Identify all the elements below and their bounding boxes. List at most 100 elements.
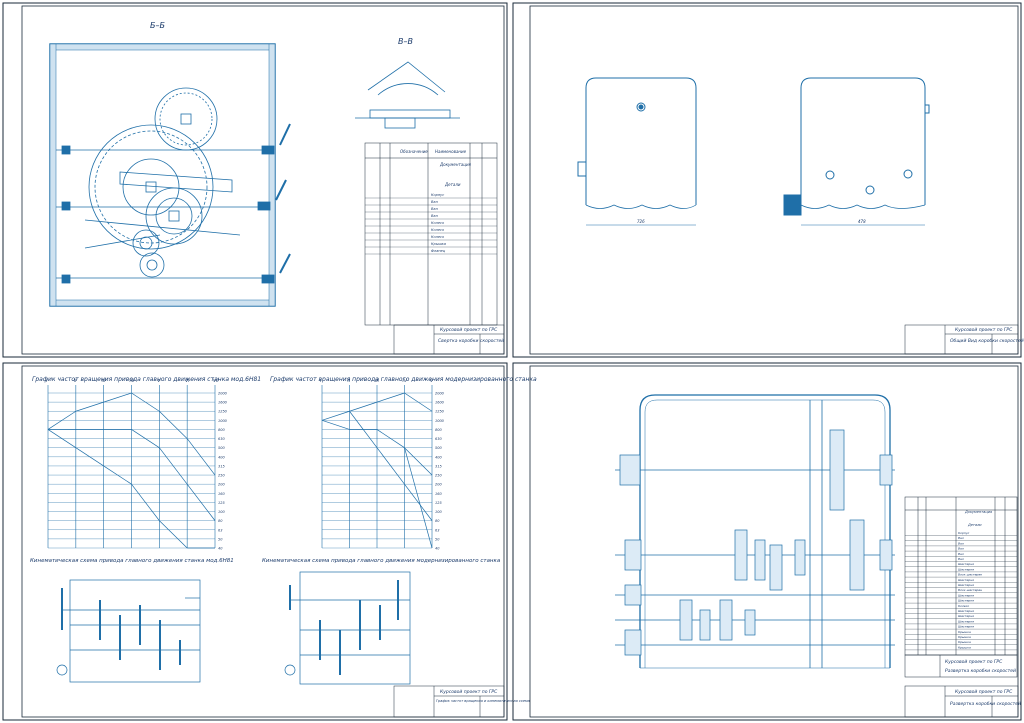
section-label-vv: В–В (398, 37, 413, 46)
spec4-heading-doc: Документация (964, 510, 992, 514)
spec-table-rows: Корпус Вал Вал Вал Колесо Колесо Колесо Крышка Ф… (365, 193, 497, 255)
spec-table-sheet1 (364, 142, 498, 326)
chart-speed-label: 400 (435, 455, 442, 459)
speed-chart-modernized: 2000 1600 1250 1000 800 630 500 400 315 250 200 160… (320, 378, 445, 551)
chart-speed-label: 250 (435, 474, 442, 478)
spec4-row-name: Вал (958, 541, 964, 545)
chart-ray (159, 410, 188, 439)
spec4-row-name: Вал (958, 557, 964, 561)
chart-speed-label: 1600 (435, 401, 445, 405)
chart-ray (349, 401, 378, 412)
sheet-gearbox-development: КорпусВалВалВалВалВалШестерняШестерняБло… (512, 362, 1022, 721)
chart-speed-label: 200 (435, 483, 442, 487)
spec-row-name: Колесо (431, 221, 444, 225)
dim-right-view: 478 (858, 219, 866, 224)
chart-speed-label: 800 (435, 428, 442, 432)
spec4-row-name: Вал (958, 547, 964, 551)
drawing-sheets-canvas: Б–Б В–В КорпусВалВалВалКолесоКолесоКолес… (2, 2, 1024, 721)
stamp4-inner-title: Курсовой проект по ГРС (945, 659, 1003, 665)
kinematic-scheme-modernized (284, 571, 411, 685)
spec-heading-parts: Детали (444, 182, 461, 187)
chart-speed-label: 250 (218, 474, 225, 478)
spec-row-name: Крышка (431, 242, 446, 246)
chart-speed-label: 500 (218, 446, 225, 450)
chart-speed-label: 160 (435, 492, 442, 496)
chart-ray (404, 447, 433, 549)
spec4-row-name: Шестерня (958, 562, 974, 566)
chart-speed-label: 40 (218, 547, 223, 551)
sheet-general-view: 726 478 Курсовой проект по ГРС Общий Вид… (512, 2, 1024, 358)
spec-col-name: Наименование (435, 149, 467, 154)
chart-speed-label: 40 (435, 547, 440, 551)
chart-speed-label: 1000 (435, 419, 445, 423)
stamp-title-sheet1: Курсовой проект по ГРС (440, 327, 498, 333)
chart-ray (75, 401, 104, 412)
chart-speed-label: 2000 (218, 392, 228, 396)
stamp4-inner-sub: Развертка коробки скоростей (945, 668, 1016, 674)
stamp-sub-sheet1: Свертка коробки скоростей (438, 338, 504, 344)
chart-speed-label: 125 (218, 501, 225, 505)
chart-speed-label: 1600 (218, 401, 228, 405)
stamp-title-sheet3: Курсовой проект по ГРС (440, 689, 498, 695)
spec4-row-name: Крышка (958, 645, 971, 649)
spec4-row-name: Шестерня (958, 593, 974, 597)
chart-speed-label: 500 (435, 446, 442, 450)
chart-speed-label: 630 (218, 437, 225, 441)
spec4-heading-parts: Детали (967, 523, 982, 527)
chart-ray (159, 520, 188, 549)
spec4-row-name: Вал (958, 536, 964, 540)
gear-train (56, 87, 269, 279)
stamp-title-sheet2: Курсовой проект по ГРС (955, 327, 1013, 333)
shift-levers (61, 123, 291, 284)
chart-speed-label: 80 (435, 519, 440, 523)
stamp-sub-sheet2: Общий Вид коробки скоростей (950, 338, 1024, 344)
spec4-row-name: Шестерня (958, 599, 974, 603)
housing-front-view (577, 77, 697, 226)
chart-speed-label: 400 (218, 455, 225, 459)
chart-speed-label: 1250 (435, 410, 445, 414)
spec-heading-doc: Документация (439, 162, 472, 167)
stamp-sub-sheet4: Развертка коробки скоростей (950, 701, 1021, 707)
spec-row-name: Колесо (431, 228, 444, 232)
chart-speed-label: 800 (218, 428, 225, 432)
kin-right-title: Кинематическая схема привода главного дв… (262, 558, 501, 564)
section-vv-view (355, 61, 460, 129)
kin-left-title: Кинематическая схема привода главного дв… (30, 558, 234, 564)
chart-speed-label: 125 (435, 501, 442, 505)
chart-shaft-label: VII (213, 378, 219, 384)
chart-speed-label: 200 (218, 483, 225, 487)
chart-speed-label: 315 (435, 464, 442, 468)
dim-left-view: 726 (637, 219, 645, 224)
spec4-row-name: Вал (958, 552, 964, 556)
spec4-row-name: Шестерня (958, 609, 974, 613)
spec4-row-name: Шестерня (958, 583, 974, 587)
spec4-row-name: Корпус (958, 531, 970, 535)
speed-chart-original: 2000 1600 1250 1000 800 630 500 400 315 250 200 160… (46, 378, 228, 551)
chart-ray (321, 420, 350, 430)
chart-speed-label: 100 (218, 510, 225, 514)
spec-row-name: Фланец (431, 249, 446, 253)
chart-ray (321, 410, 350, 421)
stamp-sub-sheet3: График частот вращения и кинематическая … (436, 699, 530, 703)
chart-shaft-label: III (102, 378, 107, 384)
chart-speed-label: 63 (435, 528, 439, 532)
spec4-row-name: Шестерня (958, 625, 974, 629)
chart-speed-label: 50 (218, 537, 223, 541)
spec-col-designation: Обозначение (400, 149, 428, 154)
chart-ray (103, 392, 132, 403)
spec4-row-name: Шестерня (958, 614, 974, 618)
spec4-row-name: Блок шестерен (958, 588, 982, 592)
chart-shaft-label: III (375, 378, 380, 384)
spec-row-name: Колесо (431, 235, 444, 239)
spec4-row-name: Блок шестерен (958, 573, 982, 577)
chart-speed-label: 160 (218, 492, 225, 496)
kinematic-scheme-original (56, 579, 201, 683)
chart-speed-label: 63 (218, 528, 222, 532)
spec-row-name: Вал (431, 214, 439, 218)
chart-speed-label: 80 (218, 519, 223, 523)
chart-ray (404, 447, 433, 476)
housing-side-view (783, 77, 930, 226)
chart-left-title: График частот вращения привода главного … (32, 376, 261, 383)
sheet-assembly-section: Б–Б В–В КорпусВалВалВалКолесоКолесоКолес… (2, 2, 508, 358)
stamp-title-sheet4: Курсовой проект по ГРС (955, 689, 1013, 695)
